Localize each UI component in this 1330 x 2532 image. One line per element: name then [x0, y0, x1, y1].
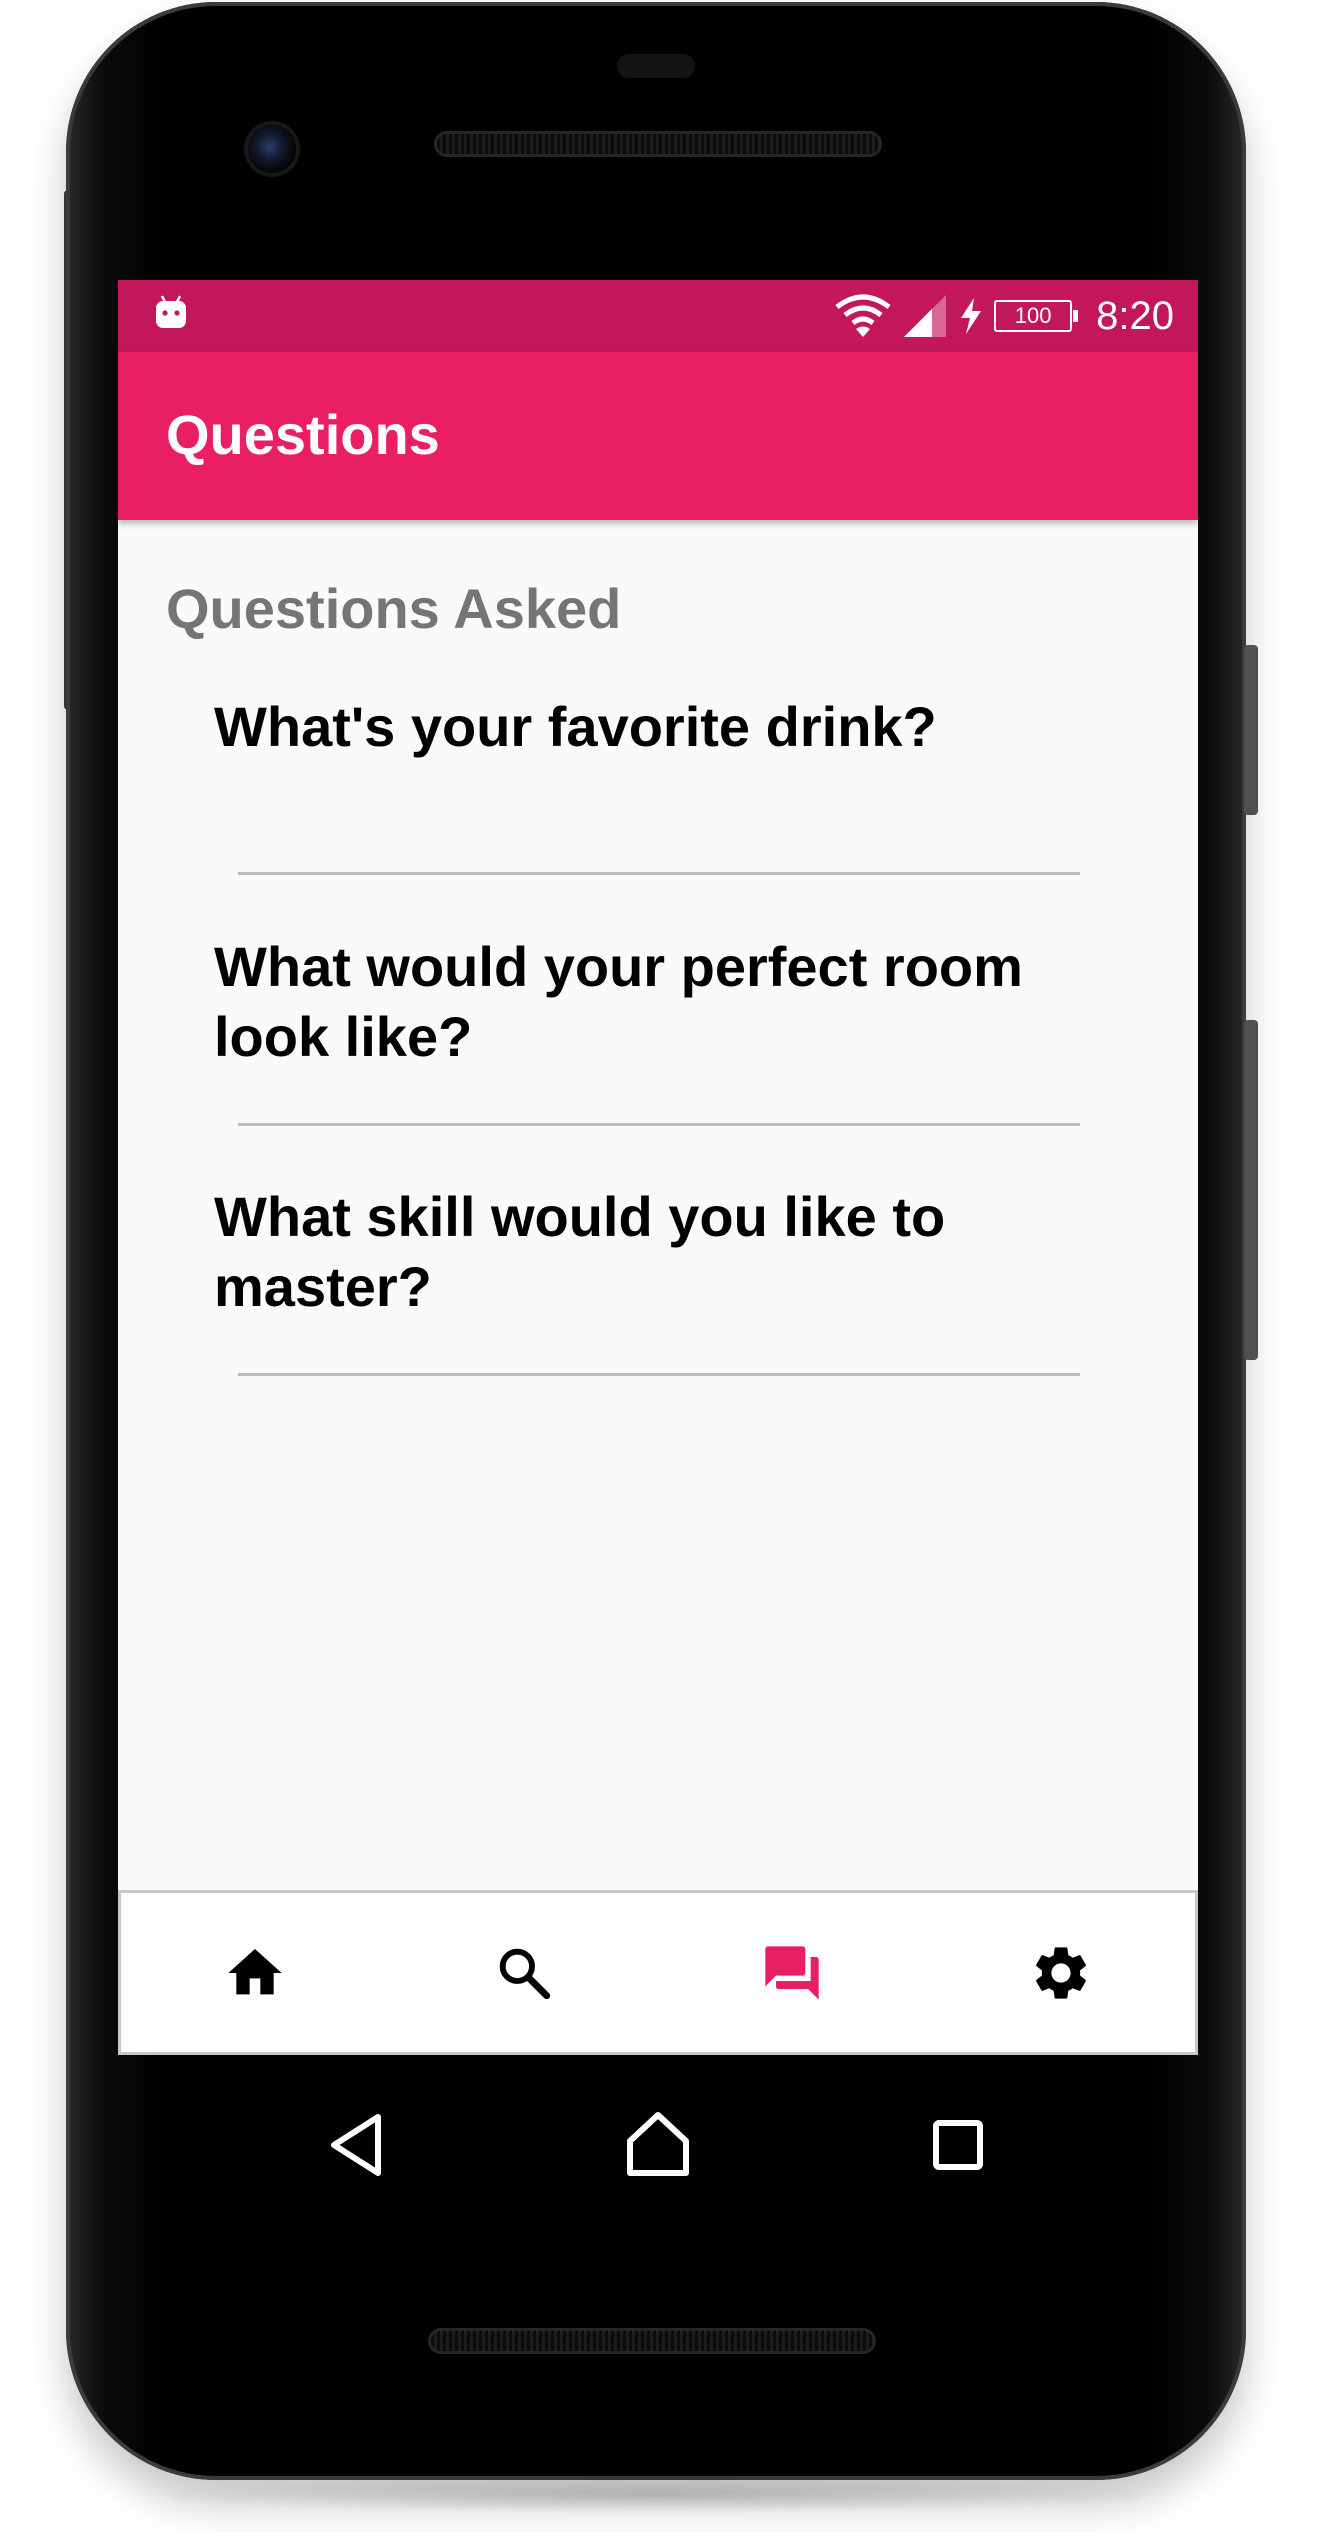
- question-item[interactable]: What would your perfect room look like?: [214, 932, 1114, 1072]
- nav-home[interactable]: [121, 1893, 390, 2052]
- battery-level: 100: [1014, 303, 1052, 328]
- bottom-navigation: [118, 1890, 1198, 2055]
- settings-icon: [1035, 1946, 1086, 1999]
- charging-bolt-icon: [961, 298, 982, 334]
- recents-icon[interactable]: [918, 2105, 998, 2185]
- main-content: Questions Asked What's your favorite dri…: [118, 520, 1198, 1890]
- home-icon: [228, 1948, 282, 1994]
- android-notification-icon: [156, 295, 186, 328]
- divider: [238, 1373, 1080, 1376]
- nav-search[interactable]: [390, 1893, 659, 2052]
- status-time: 8:20: [1096, 293, 1174, 338]
- screen: 100 8:20 Questions Questions Asked What'…: [118, 280, 1198, 2055]
- question-item[interactable]: What's your favorite drink?: [214, 692, 1114, 762]
- nav-questions[interactable]: [658, 1893, 927, 2052]
- status-icons: 100 8:20: [834, 290, 1174, 342]
- earpiece-speaker: [434, 131, 882, 157]
- device-mockup: 100 8:20 Questions Questions Asked What'…: [0, 0, 1330, 2532]
- section-title: Questions Asked: [166, 577, 622, 640]
- back-icon[interactable]: [318, 2105, 398, 2185]
- proximity-sensor: [617, 54, 695, 78]
- nav-settings[interactable]: [927, 1893, 1196, 2052]
- page-title: Questions: [166, 403, 440, 466]
- volume-button: [1244, 1020, 1258, 1360]
- power-button: [1244, 645, 1258, 815]
- system-navigation-bar: [118, 2055, 1198, 2235]
- divider: [238, 1123, 1080, 1126]
- front-camera-icon: [248, 125, 296, 173]
- forum-icon: [765, 1945, 819, 2000]
- divider: [238, 872, 1080, 875]
- status-bar: 100 8:20: [118, 280, 1198, 352]
- battery-indicator: 100: [994, 300, 1079, 332]
- home-button-icon[interactable]: [618, 2105, 698, 2185]
- cell-signal-icon: [904, 295, 947, 337]
- question-item[interactable]: What skill would you like to master?: [214, 1182, 1114, 1322]
- app-bar: Questions: [118, 352, 1198, 520]
- search-icon: [499, 1948, 550, 1999]
- bottom-speaker: [428, 2328, 876, 2354]
- wifi-icon: [835, 294, 891, 337]
